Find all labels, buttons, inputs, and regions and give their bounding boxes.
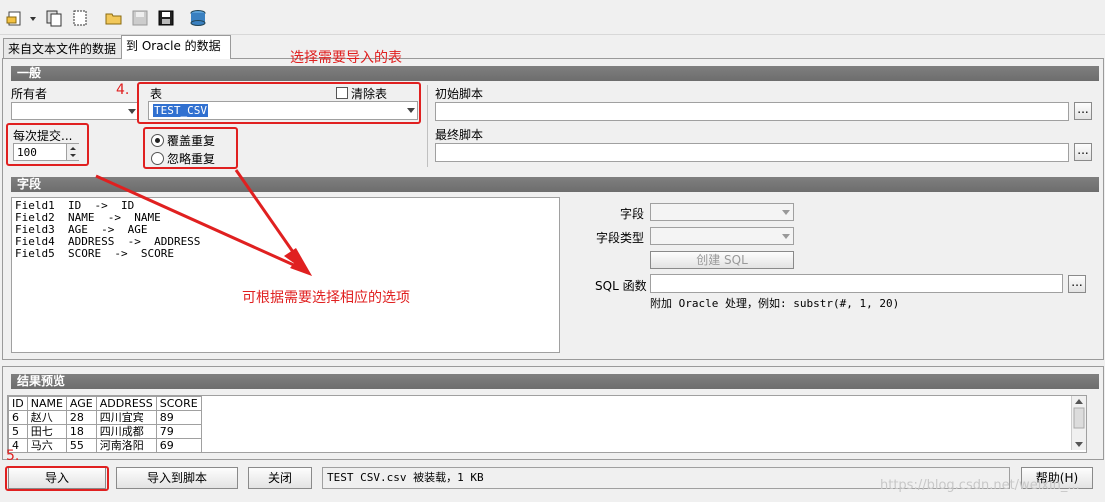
chevron-down-icon[interactable] bbox=[28, 8, 38, 28]
close-button[interactable]: 关闭 bbox=[248, 467, 312, 489]
divider bbox=[427, 85, 428, 167]
init-script-input[interactable] bbox=[435, 102, 1069, 121]
preview-table: ID NAME AGE ADDRESS SCORE 6 赵八 28 四川宜宾 8… bbox=[8, 396, 202, 452]
save-disabled-icon bbox=[130, 8, 150, 28]
section-fields-header: 字段 bbox=[11, 177, 1099, 192]
field-type-label: 字段类型 bbox=[596, 231, 645, 245]
chevron-down-icon bbox=[128, 109, 136, 114]
list-item[interactable]: Field5 SCORE -> SCORE bbox=[15, 248, 556, 260]
create-sql-button[interactable]: 创建 SQL bbox=[650, 251, 794, 269]
field-select[interactable] bbox=[650, 203, 794, 221]
table-cell: 55 bbox=[65, 438, 97, 452]
copy-icon[interactable] bbox=[44, 8, 64, 28]
import-to-script-button[interactable]: 导入到脚本 bbox=[116, 467, 238, 489]
annotation-select-table: 选择需要导入的表 bbox=[290, 50, 402, 66]
column-header: AGE bbox=[65, 396, 97, 411]
table-cell: 18 bbox=[65, 424, 97, 439]
watermark: https://blog.csdn.net/weixin_... bbox=[880, 478, 1080, 493]
preview-panel: 结果预览 ID NAME AGE ADDRESS SCORE 6 赵八 28 四… bbox=[2, 366, 1104, 460]
final-script-input[interactable] bbox=[435, 143, 1069, 162]
section-preview-header: 结果预览 bbox=[11, 374, 1099, 389]
field-label: 字段 bbox=[620, 207, 645, 221]
chevron-down-icon bbox=[782, 210, 790, 215]
vertical-scrollbar[interactable] bbox=[1071, 396, 1086, 450]
annotation-step-4: 4. bbox=[116, 82, 130, 98]
owner-select[interactable] bbox=[11, 102, 138, 120]
column-header: ADDRESS bbox=[95, 396, 157, 411]
sql-hint-text: 附加 Oracle 处理，例如: substr(#, 1, 20) bbox=[650, 297, 900, 310]
annotation-box-table bbox=[137, 82, 421, 124]
column-header: NAME bbox=[26, 396, 67, 411]
sql-function-label: SQL 函数 bbox=[595, 279, 647, 293]
tab-oracle-data[interactable]: 到 Oracle 的数据 bbox=[121, 35, 231, 59]
table-cell: 赵八 bbox=[26, 410, 67, 425]
table-row: 4 马六 55 河南洛阳 69 bbox=[8, 438, 202, 452]
toolbar bbox=[0, 0, 1105, 35]
sql-function-browse-button[interactable]: ... bbox=[1068, 275, 1086, 293]
column-header: SCORE bbox=[155, 396, 202, 411]
table-cell: 28 bbox=[65, 410, 97, 425]
sql-function-input[interactable] bbox=[650, 274, 1063, 293]
init-script-label: 初始脚本 bbox=[435, 87, 484, 101]
field-mapping-list[interactable]: Field1 ID -> ID Field2 NAME -> NAME Fiel… bbox=[11, 197, 560, 353]
tab-bar: 来自文本文件的数据 到 Oracle 的数据 bbox=[0, 35, 1105, 59]
table-cell: 四川成都 bbox=[95, 424, 157, 439]
table-cell: 79 bbox=[155, 424, 202, 439]
annotation-step-5: 5. bbox=[6, 448, 20, 464]
section-general-header: 一般 bbox=[11, 66, 1099, 81]
table-cell: 河南洛阳 bbox=[95, 438, 157, 452]
table-cell: 四川宜宾 bbox=[95, 410, 157, 425]
new-document-icon[interactable] bbox=[70, 8, 90, 28]
open-folder-icon[interactable] bbox=[104, 8, 124, 28]
preview-table-container[interactable]: ID NAME AGE ADDRESS SCORE 6 赵八 28 四川宜宾 8… bbox=[7, 395, 1087, 453]
table-row: 5 田七 18 四川成都 79 bbox=[8, 424, 202, 439]
owner-label: 所有者 bbox=[11, 87, 48, 101]
table-cell: 马六 bbox=[26, 438, 67, 452]
final-script-browse-button[interactable]: ... bbox=[1074, 143, 1092, 161]
table-cell: 5 bbox=[8, 424, 28, 439]
table-row: 6 赵八 28 四川宜宾 89 bbox=[8, 410, 202, 425]
table-header-row: ID NAME AGE ADDRESS SCORE bbox=[8, 396, 202, 411]
annotation-box-radio bbox=[143, 127, 238, 169]
table-cell: 田七 bbox=[26, 424, 67, 439]
annotation-box-commit bbox=[6, 123, 89, 166]
field-type-select[interactable] bbox=[650, 227, 794, 245]
column-header: ID bbox=[8, 396, 28, 411]
new-session-icon[interactable] bbox=[6, 8, 26, 28]
save-icon[interactable] bbox=[156, 8, 176, 28]
annotation-box-import bbox=[5, 466, 109, 491]
table-cell: 69 bbox=[155, 438, 202, 452]
annotation-choose-options: 可根据需要选择相应的选项 bbox=[242, 290, 410, 306]
table-cell: 89 bbox=[155, 410, 202, 425]
database-icon[interactable] bbox=[188, 8, 208, 28]
table-cell: 6 bbox=[8, 410, 28, 425]
final-script-label: 最终脚本 bbox=[435, 128, 484, 142]
init-script-browse-button[interactable]: ... bbox=[1074, 102, 1092, 120]
chevron-down-icon bbox=[782, 234, 790, 239]
tab-text-file-data[interactable]: 来自文本文件的数据 bbox=[3, 38, 125, 59]
